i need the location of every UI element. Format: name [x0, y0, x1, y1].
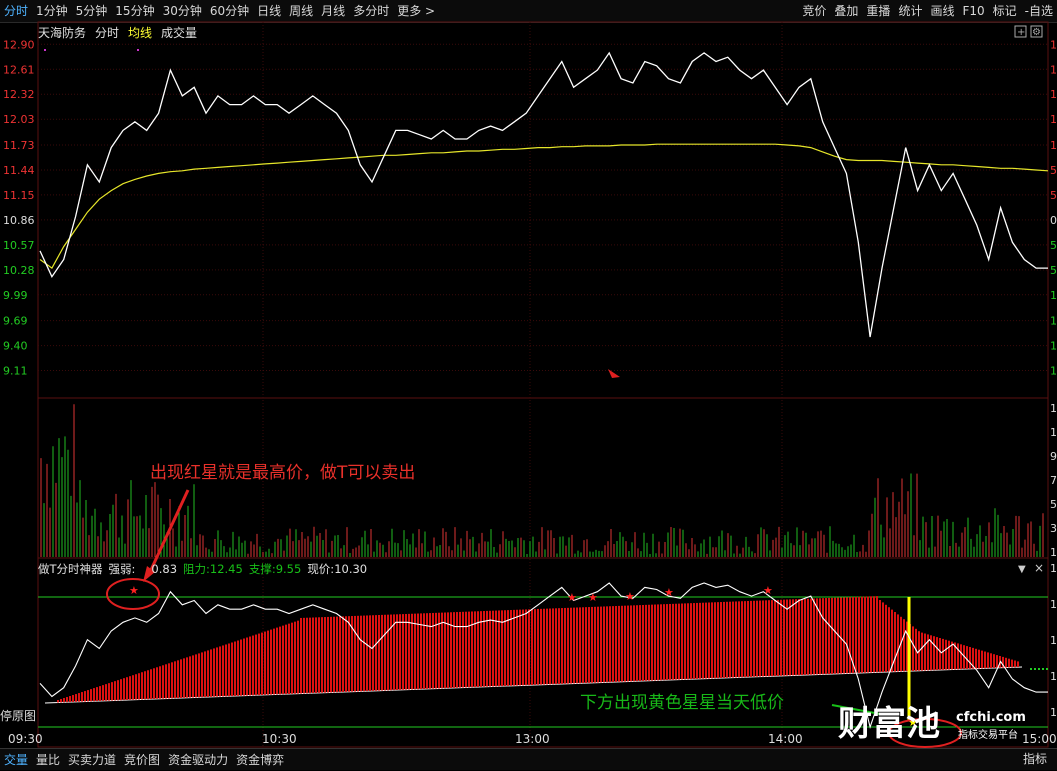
right-label-10: 1 [1050, 289, 1057, 302]
resist-value: 12.45 [209, 561, 243, 576]
red-star-icon: ★ [588, 591, 598, 604]
price-label-0: 12.90 [3, 38, 35, 51]
time-label-2: 13:00 [515, 732, 550, 746]
strength-label: 强弱: [108, 561, 136, 576]
price-axis: 12.90 12.61 12.32 12.03 11.73 11.44 11.15 10.86… [3, 38, 35, 377]
time-label-0: 09:30 [8, 732, 43, 746]
indicator-baseline [44, 666, 1023, 704]
marker-dot [137, 49, 139, 51]
right-label-1: 1 [1050, 63, 1057, 76]
vol-right-label-6: 1 [1050, 546, 1057, 559]
right-label-7: 0 [1050, 214, 1057, 227]
bottom-tab-0[interactable]: 交量 [0, 749, 32, 771]
settings-glyph: ⚙ [1032, 27, 1041, 38]
vol-right-label-5: 3 [1050, 522, 1057, 535]
right-label-3: 1 [1050, 113, 1057, 126]
red-star-icon: ★ [625, 590, 635, 603]
bottom-tab-1[interactable]: 量比 [32, 749, 64, 771]
price-label-5: 11.44 [3, 164, 35, 177]
price-label-3: 12.03 [3, 113, 35, 126]
price-label-12: 9.40 [3, 340, 28, 353]
red-star-icon: ★ [567, 591, 577, 604]
price-label: 现价: [307, 561, 335, 576]
resist-label: 阻力: [183, 561, 210, 576]
red-star-icon: ★ [129, 584, 139, 597]
price-label-8: 10.57 [3, 239, 35, 252]
vol-right-label-2: 9 [1050, 450, 1057, 463]
watermark-slogan: 指标交易平台 [958, 728, 1018, 741]
red-star-icon: ★ [763, 584, 773, 597]
ind-right-label-0: 1 [1050, 562, 1057, 575]
watermark-brand: 财富池 [838, 704, 940, 744]
right-label-0: 1 [1050, 38, 1057, 51]
indicator-title-bar: 做T分时神器 强弱: 0.83 阻力: 12.45 支撑: 9.55 现价: 1… [38, 560, 373, 577]
ind-right-label-4: 1 [1050, 706, 1057, 719]
time-label-1: 10:30 [262, 732, 297, 746]
price-label-13: 9.11 [3, 365, 28, 378]
price-label-10: 9.99 [3, 289, 28, 302]
right-label-4: 1 [1050, 139, 1057, 152]
bottom-tab-2[interactable]: 买卖力道 [64, 749, 120, 771]
chevron-down-icon[interactable]: ▼ [1018, 564, 1026, 575]
vol-right-label-3: 7 [1050, 474, 1057, 487]
price-label-1: 12.61 [3, 63, 35, 76]
support-label: 支撑: [248, 561, 276, 576]
bottom-tab-5[interactable]: 资金博弈 [232, 749, 288, 771]
ind-right-label-3: 1 [1050, 670, 1057, 683]
ind-right-label-1: 1 [1050, 598, 1057, 611]
red-star-icon: ★ [664, 586, 674, 599]
price-label-2: 12.32 [3, 88, 35, 101]
bottom-tabs: 交量 量比 买卖力道 竞价图 资金驱动力 资金博弈 指标 [0, 748, 1057, 770]
restore-chart-label[interactable]: 停原图 [0, 707, 36, 724]
watermark-site: cfchi.com [956, 710, 1026, 725]
bottom-tab-3[interactable]: 竞价图 [120, 749, 164, 771]
close-indicator-icon[interactable]: × [1034, 561, 1044, 575]
support-value: 9.55 [275, 561, 302, 576]
price-label-11: 9.69 [3, 315, 28, 328]
right-label-9: 5 [1050, 264, 1057, 277]
vol-right-label-1: 1 [1050, 426, 1057, 439]
strength-value: 0.83 [151, 561, 178, 576]
price-label-4: 11.73 [3, 139, 35, 152]
zoom-in-glyph: + [1017, 27, 1025, 38]
price-label-9: 10.28 [3, 264, 35, 277]
yellow-star-note: 下方出现黄色星星当天低价 [580, 693, 784, 713]
ind-right-label-2: 1 [1050, 634, 1057, 647]
bottom-tab-4[interactable]: 资金驱动力 [164, 749, 232, 771]
right-label-5: 5 [1050, 164, 1057, 177]
right-axis: 11111550551111119753111111 [1050, 38, 1057, 719]
red-star-note: 出现红星就是最高价，做T可以卖出 [150, 463, 415, 483]
time-label-3: 14:00 [768, 732, 803, 746]
vol-right-label-4: 5 [1050, 498, 1057, 511]
time-label-4: 15:00 [1022, 732, 1057, 746]
marker-dot [44, 49, 46, 51]
right-label-2: 1 [1050, 88, 1057, 101]
right-label-13: 1 [1050, 365, 1057, 378]
price-label-6: 11.15 [3, 189, 35, 202]
indicator-menu-button[interactable]: 指标 [1023, 749, 1047, 770]
vol-right-label-0: 1 [1050, 402, 1057, 415]
price-label-7: 10.86 [3, 214, 35, 227]
indicator-name[interactable]: 做T分时神器 [38, 561, 109, 577]
avg-price-line [39, 143, 1049, 269]
price-value: 10.30 [334, 561, 368, 576]
right-label-8: 5 [1050, 239, 1057, 252]
right-label-12: 1 [1050, 340, 1057, 353]
intraday-chart: 12.90 12.61 12.32 12.03 11.73 11.44 11.15 10.86… [3, 21, 1057, 748]
right-label-11: 1 [1050, 315, 1057, 328]
right-label-6: 5 [1050, 189, 1057, 202]
